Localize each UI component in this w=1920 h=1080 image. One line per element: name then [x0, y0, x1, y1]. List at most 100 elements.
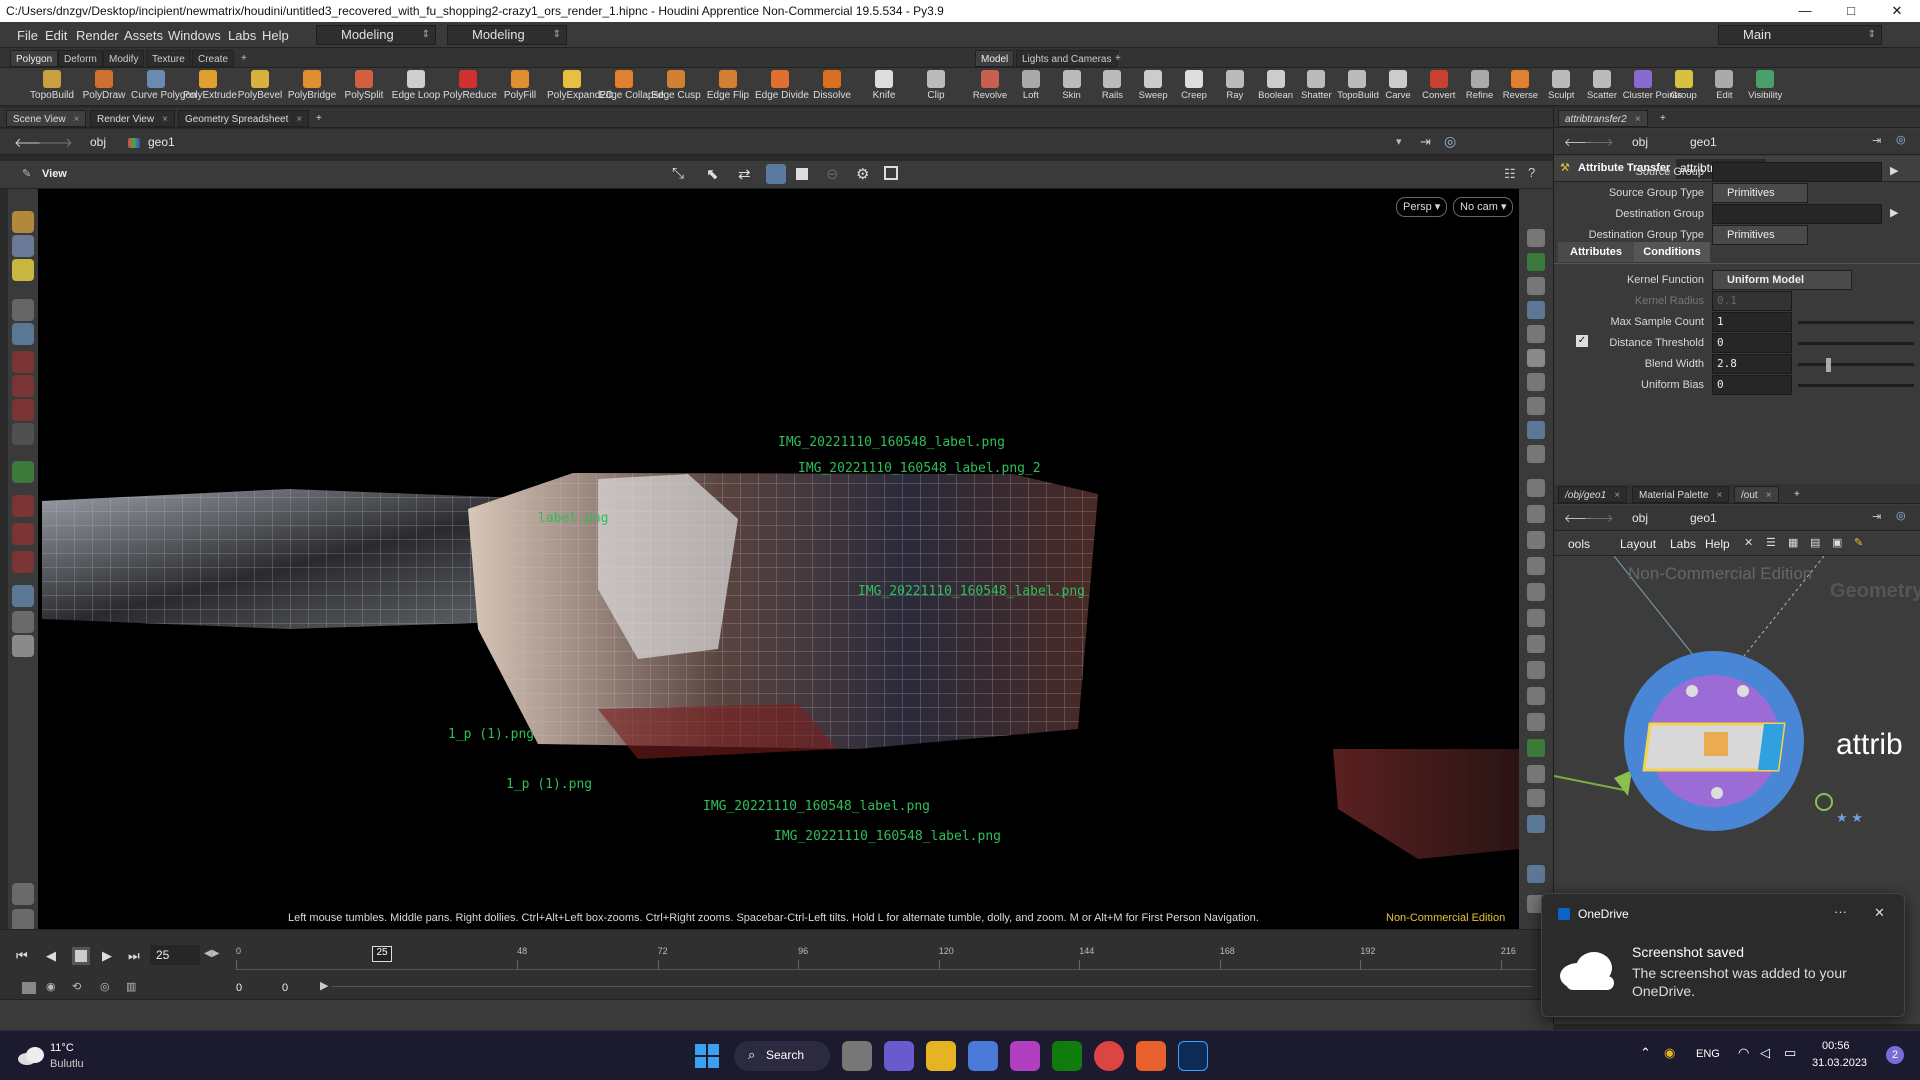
sphere-icon[interactable]: [1527, 325, 1545, 343]
paint-icon[interactable]: [1527, 739, 1545, 757]
persp-button[interactable]: Persp ▾: [1396, 197, 1448, 217]
max-sample-count-field[interactable]: 1: [1712, 312, 1792, 332]
max-sample-slider[interactable]: [1798, 321, 1914, 324]
node-input-dot[interactable]: [1737, 685, 1749, 697]
go-start-icon[interactable]: ⏮: [16, 948, 28, 964]
blend-width-slider[interactable]: [1798, 363, 1914, 366]
shelf-tab-deform[interactable]: Deform: [58, 50, 103, 67]
camera-tool-icon[interactable]: [12, 611, 34, 633]
select-arrow-icon[interactable]: [12, 299, 34, 321]
close-tab-icon[interactable]: ×: [1766, 490, 1772, 501]
shelf-tool-polybridge[interactable]: PolyBridge: [287, 70, 337, 101]
shelf-tool-creep[interactable]: Creep: [1174, 70, 1214, 101]
tab-render-view[interactable]: Render View ×: [90, 110, 175, 127]
move-tool-icon[interactable]: [12, 351, 34, 373]
shelf-tool-rails[interactable]: Rails: [1092, 70, 1132, 101]
view-tool-icon[interactable]: [12, 235, 34, 257]
uniform-bias-slider[interactable]: [1798, 384, 1914, 387]
lock-icon[interactable]: [12, 323, 34, 345]
teapot-icon[interactable]: [12, 909, 34, 931]
camera-button[interactable]: No cam ▾: [1453, 197, 1514, 217]
ghost-icon[interactable]: [1527, 253, 1545, 271]
clock-date[interactable]: 31.03.2023: [1812, 1057, 1867, 1069]
normals-icon[interactable]: [1527, 445, 1545, 463]
blend-width-field[interactable]: 2.8: [1712, 354, 1792, 374]
photoshop-icon[interactable]: [1178, 1041, 1208, 1071]
shelf-tool-boolean[interactable]: Boolean: [1256, 70, 1296, 101]
select-icon[interactable]: ⤡: [672, 165, 684, 182]
context-dropdown[interactable]: Modeling ⇕: [447, 25, 567, 45]
shelf-tool-edge-cusp[interactable]: Edge Cusp: [651, 70, 701, 101]
magnet-icon[interactable]: [12, 551, 34, 573]
onedrive-toast[interactable]: OneDrive ··· ✕ Screenshot saved The scre…: [1541, 893, 1905, 1017]
shelf-tab-polygon[interactable]: Polygon: [10, 50, 59, 67]
shelf-tool-visibility[interactable]: Visibility: [1745, 70, 1785, 101]
menu-assets[interactable]: Assets: [124, 28, 163, 43]
shelf-tool-topobuild[interactable]: TopoBuild: [1337, 70, 1379, 101]
play-reverse-icon[interactable]: ◀: [46, 948, 56, 964]
keyframe-icon[interactable]: [22, 982, 36, 994]
language-indicator[interactable]: ENG: [1696, 1048, 1720, 1060]
timeline-ruler[interactable]: 0 48 72 96 120 144 168 192 216 25: [236, 946, 1536, 970]
tab-conditions[interactable]: Conditions: [1634, 242, 1710, 262]
shelf-tool-convert[interactable]: Convert: [1419, 70, 1459, 101]
shelf-tool-refine[interactable]: Refine: [1460, 70, 1500, 101]
pin-icon[interactable]: [1527, 815, 1545, 833]
node-input-dot[interactable]: [1686, 685, 1698, 697]
backface-icon[interactable]: [1527, 421, 1545, 439]
more-options-icon[interactable]: ···: [1834, 904, 1847, 919]
cube-icon[interactable]: [1527, 687, 1545, 705]
select-mode-icon[interactable]: [1527, 765, 1545, 783]
shelf-tool-revolve[interactable]: Revolve: [970, 70, 1010, 101]
breadcrumb-obj[interactable]: obj: [68, 133, 112, 151]
grid-icon[interactable]: [1527, 609, 1545, 627]
menu-help[interactable]: Help: [1705, 537, 1730, 551]
wrench-icon[interactable]: ✕: [1744, 536, 1753, 549]
close-tab-icon[interactable]: ×: [1614, 490, 1620, 501]
uv-icon[interactable]: [1527, 557, 1545, 575]
shelf-tab-texture[interactable]: Texture: [146, 50, 191, 67]
edge-icon[interactable]: [1527, 505, 1545, 523]
point-icon[interactable]: [1527, 479, 1545, 497]
tab-attribtransfer2[interactable]: attribtransfer2 ×: [1558, 110, 1648, 127]
shelf-tool-polyextrude[interactable]: PolyExtrude: [183, 70, 237, 101]
shelf-tool-polydraw[interactable]: PolyDraw: [79, 70, 129, 101]
shelf-tool-polyexpand2d[interactable]: PolyExpand2D: [547, 70, 613, 101]
houdini-icon[interactable]: [1136, 1041, 1166, 1071]
shelf-tool-loft[interactable]: Loft: [1011, 70, 1051, 101]
tab-scene-view[interactable]: Scene View ×: [6, 110, 87, 127]
menu-render[interactable]: Render: [76, 28, 119, 43]
bulb-icon[interactable]: [1527, 373, 1545, 391]
add-pane-tab-button[interactable]: +: [1654, 110, 1672, 127]
shelf-tool-group[interactable]: Group: [1664, 70, 1704, 101]
list-icon[interactable]: ☰: [1766, 536, 1776, 549]
add-shelf-tab-button-right[interactable]: +: [1110, 50, 1126, 67]
snapshot-icon[interactable]: [884, 166, 898, 180]
shelf-tool-polybevel[interactable]: PolyBevel: [235, 70, 285, 101]
tab-geometry-spreadsheet[interactable]: Geometry Spreadsheet ×: [178, 110, 310, 127]
range-icon[interactable]: ▥: [126, 980, 136, 993]
select-arrow-icon[interactable]: ▶: [1890, 206, 1898, 219]
shelf-tool-edge-divide[interactable]: Edge Divide: [755, 70, 809, 101]
close-tab-icon[interactable]: ×: [1635, 114, 1641, 125]
task-view-icon[interactable]: [842, 1041, 872, 1071]
shelf-tool-polyfill[interactable]: PolyFill: [495, 70, 545, 101]
range-bar[interactable]: [332, 986, 1532, 987]
menu-help[interactable]: Help: [262, 28, 289, 43]
range-start-field[interactable]: 0: [236, 982, 242, 994]
move-icon[interactable]: ⇄: [738, 165, 751, 183]
vertex-icon[interactable]: [1527, 531, 1545, 549]
weather-cloud-icon[interactable]: [16, 1043, 46, 1067]
loop-icon[interactable]: ⟲: [72, 980, 81, 993]
maximize-button[interactable]: □: [1828, 0, 1874, 22]
link-icon[interactable]: ◎: [1444, 133, 1456, 150]
weather-temp[interactable]: 11°C: [50, 1042, 74, 1054]
source-group-field[interactable]: [1712, 162, 1882, 182]
close-tab-icon[interactable]: ×: [162, 114, 168, 125]
shelf-tool-sculpt[interactable]: Sculpt: [1541, 70, 1581, 101]
clock-time[interactable]: 00:56: [1822, 1040, 1850, 1052]
photos-icon[interactable]: [1010, 1041, 1040, 1071]
menu-tools[interactable]: ools: [1568, 537, 1590, 551]
brush-icon[interactable]: [12, 883, 34, 905]
grid-icon[interactable]: ▦: [1788, 536, 1798, 549]
